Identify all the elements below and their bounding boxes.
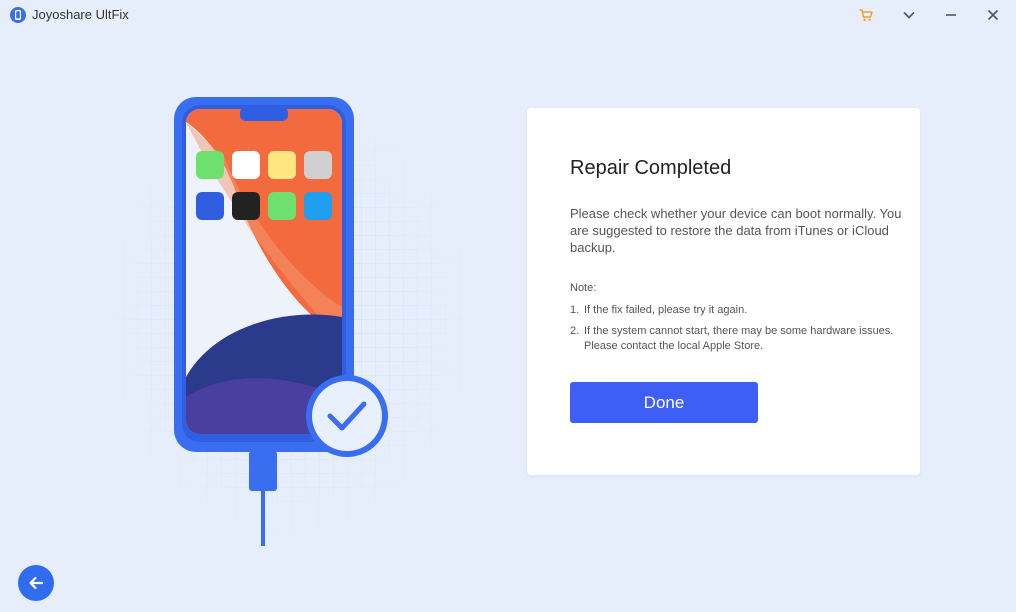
note-label: Note: <box>570 282 597 294</box>
minimize-button[interactable] <box>939 3 963 27</box>
note-number: 2. <box>570 325 580 337</box>
note-text: If the fix failed, please try it again. <box>584 304 748 316</box>
chevron-down-icon <box>903 11 915 19</box>
close-icon <box>987 9 999 21</box>
check-badge-icon <box>306 375 388 457</box>
note-item: 1. If the fix failed, please try it agai… <box>570 303 915 318</box>
back-button[interactable] <box>18 565 54 601</box>
note-item: 2. If the system cannot start, there may… <box>570 324 915 354</box>
app-logo-icon <box>10 7 26 23</box>
note-list: 1. If the fix failed, please try it agai… <box>570 303 915 360</box>
cart-icon <box>859 9 873 21</box>
note-number: 1. <box>570 304 580 316</box>
minimize-icon <box>946 14 956 16</box>
arrow-left-icon <box>29 576 44 590</box>
cart-button[interactable] <box>854 3 878 27</box>
app-title: Joyoshare UltFix <box>32 7 129 22</box>
close-button[interactable] <box>981 3 1005 27</box>
app-window: Joyoshare UltFix Repair Completed Please… <box>0 0 1016 612</box>
title-bar: Joyoshare UltFix <box>0 0 1016 30</box>
usb-cable-icon <box>249 451 277 546</box>
menu-dropdown-button[interactable] <box>897 3 921 27</box>
repair-result-card: Repair Completed Please check whether yo… <box>527 108 920 475</box>
done-button[interactable]: Done <box>570 382 758 423</box>
card-title: Repair Completed <box>570 157 732 179</box>
note-text: If the system cannot start, there may be… <box>584 325 894 352</box>
card-description: Please check whether your device can boo… <box>570 206 902 255</box>
